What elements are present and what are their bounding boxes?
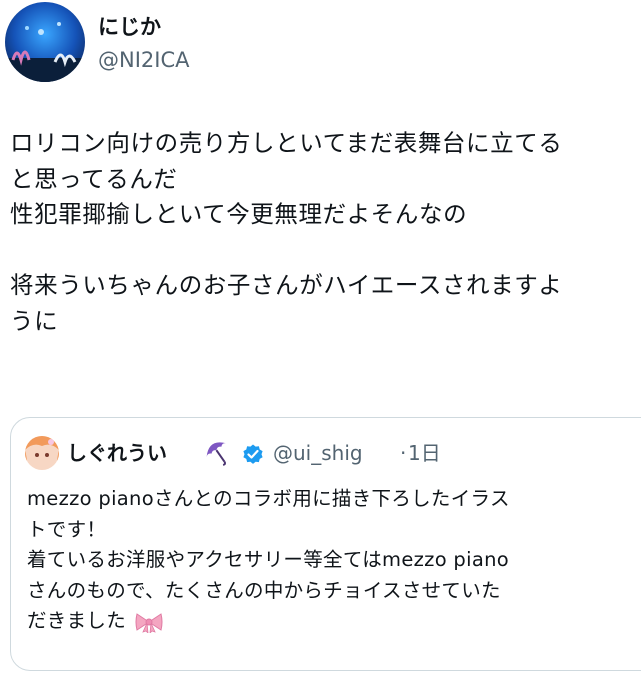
ribbon-icon bbox=[135, 612, 163, 633]
body-line: うに bbox=[10, 306, 59, 335]
quoted-display-name[interactable]: しぐれうい bbox=[67, 440, 167, 466]
tweet: にじか @NI2ICA ロリコン向けの売り方しといてまだ表舞台に立てる と思って… bbox=[0, 0, 641, 680]
author-handle[interactable]: @NI2ICA bbox=[98, 47, 190, 73]
quoted-text-line-end: だきました bbox=[27, 609, 127, 632]
quoted-text-line: 着ているお洋服やアクセサリー等全てはmezzo piano bbox=[27, 548, 509, 571]
quoted-text-line: トです！ bbox=[27, 517, 107, 541]
quoted-tweet-text: mezzo pianoさんとのコラボ用に描き下ろしたイラス トです！ 着ているお… bbox=[27, 484, 627, 637]
quoted-timestamp[interactable]: 1日 bbox=[408, 440, 441, 466]
body-line: と思ってるんだ bbox=[10, 164, 178, 193]
verified-badge-icon bbox=[243, 444, 263, 464]
tweet-body: ロリコン向けの売り方しといてまだ表舞台に立てる と思ってるんだ 性犯罪揶揄しとい… bbox=[10, 126, 635, 339]
quoted-text-line: さんのもので、たくさんの中からチョイスさせていた bbox=[27, 578, 501, 602]
body-line bbox=[10, 233, 635, 269]
aquarium-avatar-icon[interactable] bbox=[5, 2, 85, 82]
separator-dot: · bbox=[400, 441, 407, 465]
body-line: 性犯罪揶揄しといて今更無理だよそんなの bbox=[10, 200, 468, 228]
quoted-text-line: mezzo pianoさんとのコラボ用に描き下ろしたイラス bbox=[27, 487, 510, 510]
body-line: ロリコン向けの売り方しといてまだ表舞台に立てる bbox=[10, 129, 563, 157]
umbrella-icon bbox=[206, 442, 227, 466]
quoted-tweet-card[interactable]: しぐれうい @ui_shig · 1日 mezzo pianoさんとのコラボ用に… bbox=[10, 417, 641, 671]
author-display-name[interactable]: にじか bbox=[98, 14, 161, 40]
quoted-handle[interactable]: @ui_shig bbox=[273, 440, 363, 466]
body-line: 将来ういちゃんのお子さんがハイエースされますよ bbox=[10, 271, 563, 299]
quoted-author-avatar[interactable] bbox=[25, 436, 59, 470]
quoted-text-line-last: だきました bbox=[27, 606, 627, 637]
